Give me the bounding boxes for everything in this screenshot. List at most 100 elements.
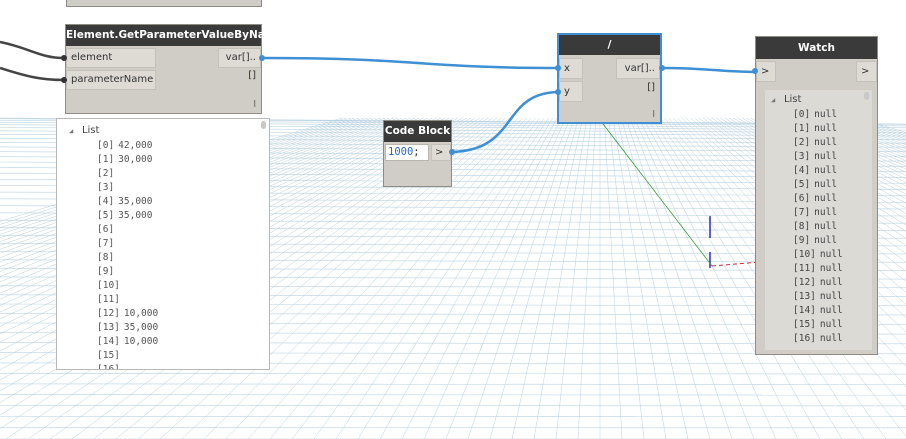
wire-getparam-to-divide-x[interactable]	[261, 56, 561, 70]
divide-input-x-label: x	[564, 63, 570, 74]
code-semicolon: ;	[413, 146, 420, 158]
watch-list-header[interactable]: ◢ List	[771, 94, 801, 105]
preview-item-index: [7]	[97, 238, 115, 249]
watch-list-item: [15] null	[793, 318, 843, 332]
divide-input-y-label: y	[564, 86, 570, 97]
watch-item-value: null	[814, 151, 838, 162]
preview-list-header[interactable]: ◢ List	[69, 125, 99, 136]
watch-list-item: [10] null	[793, 248, 843, 262]
watch-list-title: List	[783, 94, 802, 105]
watch-output-port[interactable]: >	[856, 61, 877, 82]
watch-list-item: [0] null	[793, 108, 843, 122]
input-port-element[interactable]: element	[66, 48, 156, 68]
watch-list-panel[interactable]: ◢ List [0] null [1] null [2] null [3] null [4] nu…	[765, 90, 872, 350]
watch-item-value: null	[819, 319, 843, 330]
watch-input-port[interactable]: >	[756, 61, 776, 82]
watch-collapse-triangle-icon[interactable]: ◢	[771, 96, 775, 104]
watch-item-value: null	[814, 207, 838, 218]
watch-node[interactable]: Watch > > ◢ List [0] null [1] null [2] null [3…	[755, 36, 878, 355]
watch-item-index: [11]	[793, 263, 816, 274]
preview-list-item: [10]	[97, 279, 158, 293]
wire-parametername-input[interactable]	[0, 66, 65, 82]
watch-node-title: Watch	[756, 37, 877, 59]
watch-input-dot	[752, 68, 758, 74]
watch-item-index: [13]	[793, 291, 816, 302]
preview-item-index: [2]	[97, 168, 115, 179]
preview-list-item: [2]	[97, 167, 158, 181]
divide-input-x[interactable]: x	[559, 58, 583, 79]
divide-output-port[interactable]: var[]..[]	[616, 58, 660, 93]
watch-list-item: [9] null	[793, 234, 843, 248]
preview-item-index: [4]	[97, 196, 115, 207]
watch-list-item: [5] null	[793, 178, 843, 192]
watch-item-index: [12]	[793, 277, 816, 288]
wire-divide-to-watch[interactable]	[661, 66, 761, 74]
preview-item-index: [15]	[97, 350, 120, 361]
watch-item-index: [4]	[793, 165, 811, 176]
output-port-var-label: var[]..[]	[225, 52, 256, 81]
preview-item-value: 42,000	[118, 140, 153, 151]
input-port-parametername[interactable]: parameterName	[66, 70, 156, 90]
code-block-output-port[interactable]: >	[431, 144, 451, 161]
watch-item-value: null	[819, 249, 843, 260]
divide-input-dot-x	[555, 65, 561, 71]
watch-item-index: [5]	[793, 179, 811, 190]
get-parameter-node-title: Element.GetParameterValueByName	[66, 25, 283, 46]
preview-item-value: 30,000	[118, 154, 153, 165]
watch-list-item: [2] null	[793, 136, 843, 150]
watch-item-value: null	[814, 109, 838, 120]
preview-scrollbar[interactable]	[261, 121, 266, 129]
wire-element-input[interactable]	[0, 40, 65, 60]
divide-input-y[interactable]: y	[559, 81, 583, 102]
preview-list-item: [12] 10,000	[97, 307, 158, 321]
preview-list-item: [1] 30,000	[97, 153, 158, 167]
watch-item-value: null	[814, 193, 838, 204]
watch-item-index: [8]	[793, 221, 811, 232]
watch-item-index: [3]	[793, 151, 811, 162]
preview-item-index: [16]	[97, 364, 120, 370]
preview-list-item: [4] 35,000	[97, 195, 158, 209]
watch-item-value: null	[814, 221, 838, 232]
watch-item-index: [2]	[793, 137, 811, 148]
preview-item-index: [0]	[97, 140, 115, 151]
preview-item-index: [10]	[97, 280, 120, 291]
code-block-node[interactable]: Code Block 1000; >	[383, 120, 452, 187]
preview-item-index: [8]	[97, 252, 115, 263]
watch-list-items: [0] null [1] null [2] null [3] null [4] null [5] nu…	[793, 108, 843, 346]
preview-list-item: [13] 35,000	[97, 321, 158, 335]
output-dot-getparam	[259, 55, 265, 61]
collapse-triangle-icon[interactable]: ◢	[69, 127, 73, 135]
preview-item-index: [3]	[97, 182, 115, 193]
watch-item-index: [16]	[793, 333, 816, 344]
output-port-var[interactable]: var[]..[]	[218, 48, 261, 81]
get-parameter-preview-bubble[interactable]: ◢ List [0] 42,000 [1] 30,000 [2] [3] [4] 35,000…	[56, 118, 270, 370]
input-port-element-label: element	[71, 52, 113, 63]
watch-item-value: null	[814, 165, 838, 176]
watch-item-index: [0]	[793, 109, 811, 120]
lacing-indicator[interactable]: l	[253, 100, 256, 110]
watch-item-index: [6]	[793, 193, 811, 204]
preview-list-items: [0] 42,000 [1] 30,000 [2] [3] [4] 35,000 [5] 35,0…	[97, 139, 158, 370]
preview-item-index: [14]	[97, 336, 120, 347]
code-number: 1000	[388, 146, 414, 158]
watch-item-value: null	[819, 277, 843, 288]
cropped-node-top[interactable]	[66, 0, 262, 7]
divide-output-label: var[]..[]	[624, 63, 655, 93]
get-parameter-value-node[interactable]: Element.GetParameterValueByName element …	[65, 24, 283, 114]
preview-list-item: [5] 35,000	[97, 209, 158, 223]
preview-list-item: [11]	[97, 293, 158, 307]
divide-node-title: /	[559, 35, 660, 55]
code-block-editor[interactable]: 1000;	[385, 144, 429, 161]
preview-list-item: [7]	[97, 237, 158, 251]
preview-list-item: [14] 10,000	[97, 335, 158, 349]
preview-item-index: [11]	[97, 294, 120, 305]
watch-scrollbar[interactable]	[864, 92, 869, 100]
preview-list-title: List	[81, 125, 100, 136]
watch-list-item: [6] null	[793, 192, 843, 206]
watch-item-index: [9]	[793, 235, 811, 246]
watch-item-index: [1]	[793, 123, 811, 134]
divide-node[interactable]: / x y var[]..[] l	[557, 33, 662, 124]
watch-item-value: null	[819, 305, 843, 316]
watch-item-value: null	[819, 333, 843, 344]
divide-lacing-indicator[interactable]: l	[652, 110, 655, 120]
